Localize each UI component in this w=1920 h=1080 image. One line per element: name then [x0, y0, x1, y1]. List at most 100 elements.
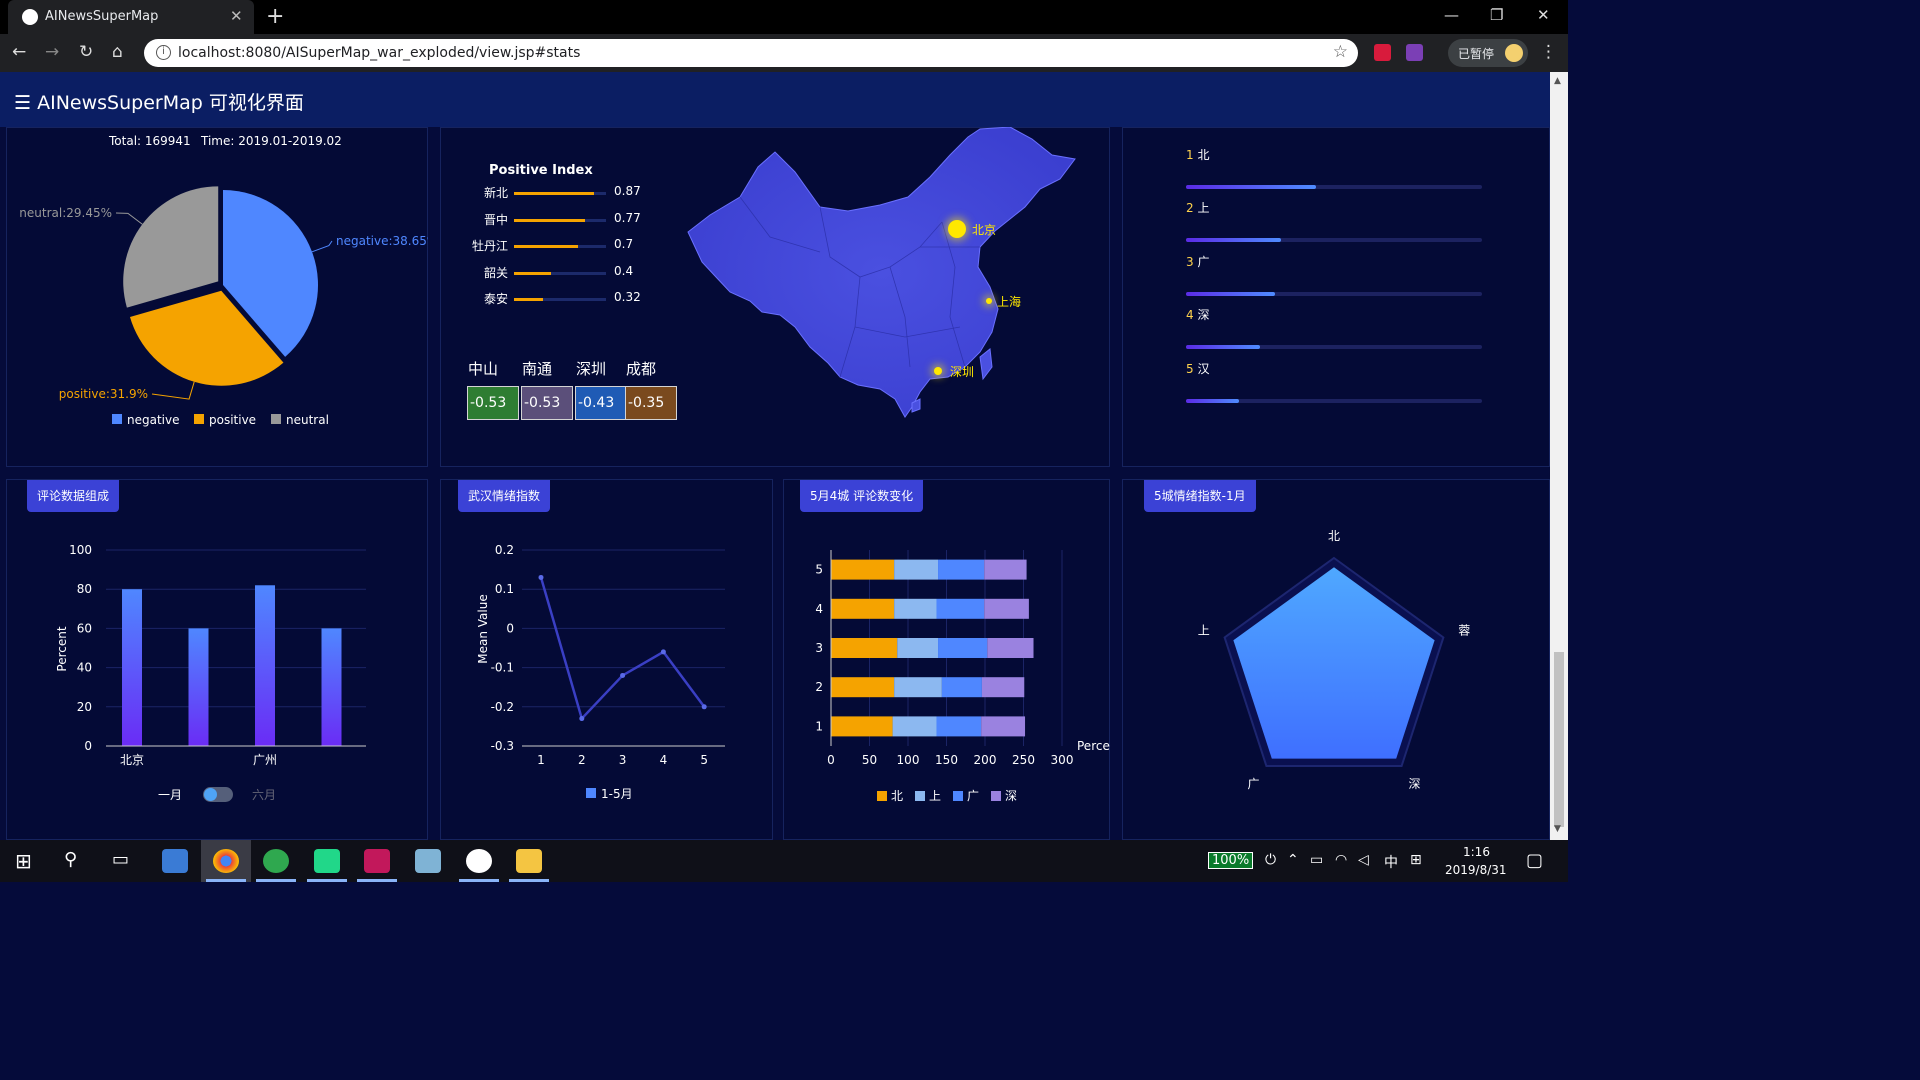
- china-map[interactable]: [680, 127, 1090, 427]
- pie-slice-neutral[interactable]: [123, 186, 219, 308]
- pie-legend-swatch[interactable]: [271, 414, 281, 424]
- pycharm-icon[interactable]: [314, 849, 340, 873]
- scrollbar-thumb[interactable]: [1554, 652, 1564, 827]
- onenote-icon[interactable]: [1406, 44, 1423, 61]
- stack-legend-label[interactable]: 广: [967, 789, 979, 803]
- stack-segment-广[interactable]: [936, 716, 982, 737]
- page-scrollbar[interactable]: ▲ ▼: [1550, 72, 1568, 840]
- extension-icon[interactable]: [1374, 44, 1391, 61]
- clock-time[interactable]: 1:16: [1463, 845, 1490, 859]
- stack-legend-swatch[interactable]: [953, 791, 963, 801]
- bar-北京[interactable]: [122, 589, 142, 746]
- profile-button[interactable]: 已暂停: [1448, 39, 1528, 67]
- line-point[interactable]: [620, 672, 626, 678]
- city-index-value[interactable]: -0.53: [467, 386, 519, 420]
- task-view-icon[interactable]: ▭: [112, 849, 129, 870]
- clock-date[interactable]: 2019/8/31: [1445, 863, 1507, 877]
- china-map-shape[interactable]: [687, 127, 1076, 418]
- line-point[interactable]: [660, 649, 666, 655]
- pie-legend-swatch[interactable]: [194, 414, 204, 424]
- stack-segment-上[interactable]: [897, 638, 939, 658]
- new-tab-button[interactable]: +: [266, 4, 284, 29]
- bookmark-star-icon[interactable]: ☆: [1333, 42, 1348, 62]
- ime-indicator[interactable]: 中: [1384, 852, 1398, 872]
- radar-area[interactable]: [1233, 567, 1435, 759]
- notifications-icon[interactable]: ▢: [1526, 850, 1543, 871]
- restore-icon[interactable]: ❐: [1490, 6, 1503, 24]
- stack-segment-深[interactable]: [981, 716, 1026, 737]
- pie-legend-label[interactable]: neutral: [286, 413, 329, 427]
- stack-segment-北[interactable]: [831, 677, 895, 698]
- map-marker-dot[interactable]: [986, 298, 992, 304]
- stack-segment-广[interactable]: [938, 559, 985, 580]
- stack-segment-北[interactable]: [831, 559, 895, 580]
- pie-legend-label[interactable]: positive: [209, 413, 256, 427]
- stack-segment-北[interactable]: [831, 716, 893, 737]
- intellij-icon[interactable]: [364, 849, 390, 873]
- stack-segment-广[interactable]: [941, 677, 982, 698]
- stack-legend-swatch[interactable]: [877, 791, 887, 801]
- line-xtick-label: 4: [660, 753, 668, 767]
- reload-icon[interactable]: ↻: [79, 42, 93, 62]
- line-point[interactable]: [538, 574, 544, 580]
- stack-segment-深[interactable]: [987, 638, 1034, 658]
- battery-percent[interactable]: 100%: [1208, 852, 1254, 869]
- stack-segment-上[interactable]: [894, 559, 939, 580]
- bar-上海[interactable]: [188, 628, 209, 746]
- wifi-icon[interactable]: ◠: [1335, 852, 1347, 868]
- show-hidden-icons-icon[interactable]: ⌃: [1287, 852, 1299, 868]
- stack-segment-上[interactable]: [892, 716, 937, 737]
- line-point[interactable]: [579, 716, 585, 722]
- stack-segment-北[interactable]: [831, 638, 898, 658]
- back-icon[interactable]: ←: [12, 42, 26, 62]
- forward-icon[interactable]: →: [45, 42, 59, 62]
- map-marker-dot[interactable]: [948, 220, 966, 238]
- info-icon[interactable]: i: [156, 45, 171, 60]
- scroll-up-icon[interactable]: ▲: [1554, 76, 1561, 86]
- pie-legend-label[interactable]: negative: [127, 413, 179, 427]
- battery-icon[interactable]: ▭: [1310, 852, 1323, 868]
- search-icon[interactable]: ⚲: [64, 849, 77, 870]
- stack-legend-label[interactable]: 深: [1005, 789, 1017, 803]
- more-menu-icon[interactable]: ⋮: [1540, 42, 1557, 62]
- stack-legend-swatch[interactable]: [991, 791, 1001, 801]
- bar-广州[interactable]: [255, 585, 275, 746]
- stack-segment-深[interactable]: [981, 677, 1025, 698]
- green-app-icon[interactable]: [263, 849, 289, 873]
- home-icon[interactable]: ⌂: [112, 42, 123, 62]
- address-bar[interactable]: i localhost:8080/AISuperMap_war_exploded…: [144, 39, 1358, 67]
- windows-start-icon[interactable]: ⊞: [15, 849, 32, 873]
- scroll-down-icon[interactable]: ▼: [1554, 824, 1561, 834]
- stack-segment-广[interactable]: [938, 638, 988, 658]
- browser-tab[interactable]: AINewsSuperMap ✕: [8, 0, 254, 34]
- month-toggle[interactable]: [203, 787, 233, 802]
- city-index-value[interactable]: -0.35: [625, 386, 677, 420]
- line-point[interactable]: [701, 704, 707, 710]
- city-index-value[interactable]: -0.43: [575, 386, 627, 420]
- stack-legend-label[interactable]: 北: [891, 789, 903, 803]
- keyboard-layout-icon[interactable]: ⊞: [1410, 852, 1422, 868]
- stack-segment-上[interactable]: [894, 677, 942, 698]
- stack-segment-深[interactable]: [984, 598, 1029, 619]
- close-tab-icon[interactable]: ✕: [230, 7, 243, 25]
- stack-segment-广[interactable]: [936, 598, 985, 619]
- stack-segment-上[interactable]: [894, 598, 937, 619]
- stack-segment-北[interactable]: [831, 598, 895, 619]
- stack-legend-label[interactable]: 上: [929, 789, 941, 803]
- notepad-icon[interactable]: [415, 849, 441, 873]
- pie-legend-swatch[interactable]: [112, 414, 122, 424]
- stack-legend-swatch[interactable]: [915, 791, 925, 801]
- file-explorer-icon[interactable]: [516, 849, 542, 873]
- bar-深圳[interactable]: [321, 628, 342, 746]
- chrome-icon[interactable]: [213, 849, 239, 873]
- city-index-value[interactable]: -0.53: [521, 386, 573, 420]
- volume-icon[interactable]: ◁: [1358, 852, 1369, 868]
- stack-segment-深[interactable]: [984, 559, 1027, 580]
- hamburger-menu-icon[interactable]: ☰: [14, 92, 31, 114]
- laptop-app-icon[interactable]: [162, 849, 188, 873]
- map-marker-dot[interactable]: [934, 367, 942, 375]
- plug-icon[interactable]: ⏻: [1265, 852, 1276, 868]
- minimize-icon[interactable]: —: [1444, 6, 1459, 24]
- baidu-netdisk-icon[interactable]: [466, 849, 492, 873]
- close-window-icon[interactable]: ✕: [1537, 6, 1550, 24]
